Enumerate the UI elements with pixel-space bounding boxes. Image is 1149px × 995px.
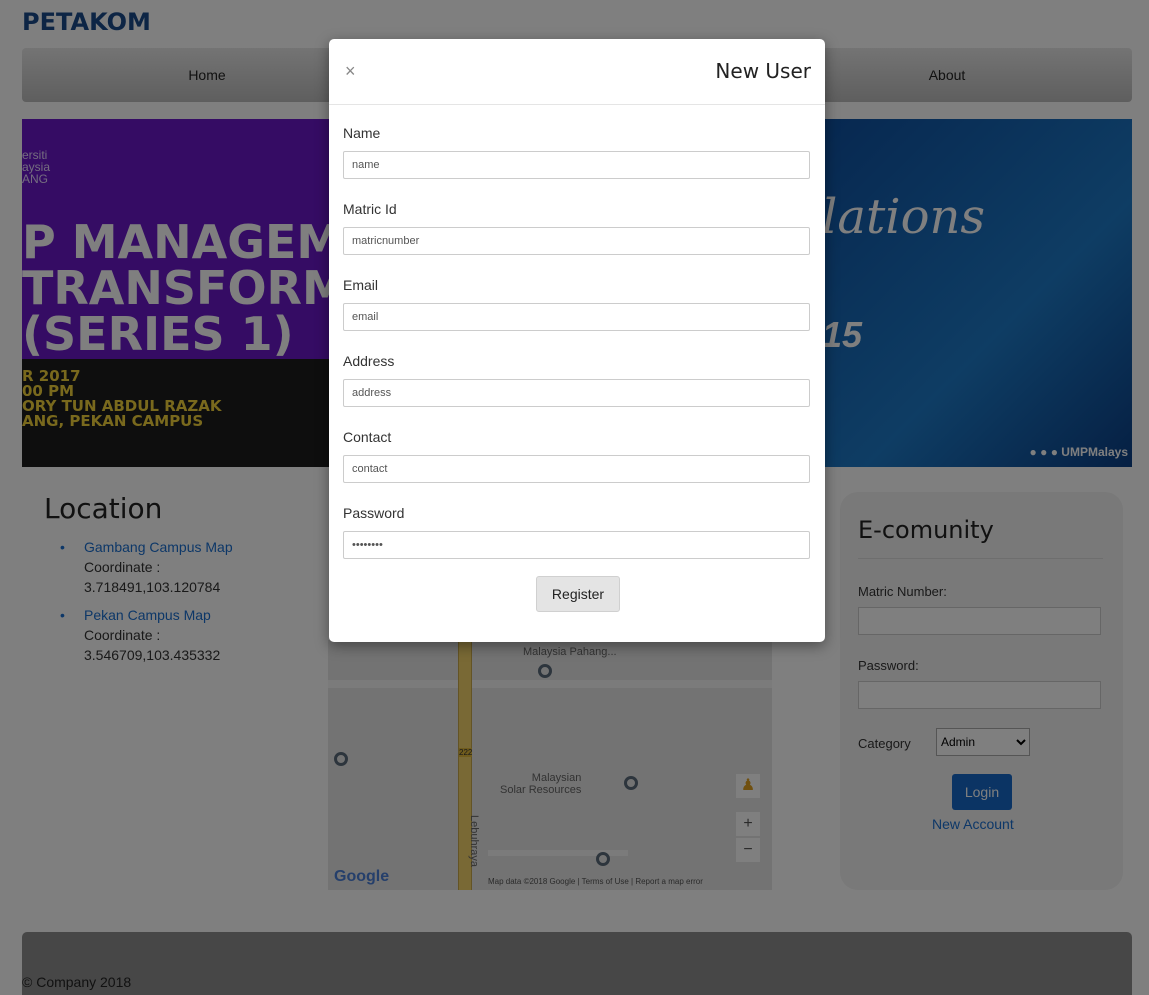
contact-label: Contact: [343, 429, 392, 445]
matric-id-input[interactable]: [343, 227, 810, 255]
name-label: Name: [343, 125, 381, 141]
matric-id-label: Matric Id: [343, 201, 397, 217]
email-input[interactable]: [343, 303, 810, 331]
modal-header: × New User: [329, 39, 825, 105]
register-button[interactable]: Register: [536, 576, 620, 612]
name-field: Name: [343, 123, 810, 179]
name-input[interactable]: [343, 151, 810, 179]
close-icon[interactable]: ×: [345, 61, 356, 82]
modal-title: New User: [715, 59, 811, 83]
contact-field: Contact: [343, 427, 810, 483]
address-label: Address: [343, 353, 395, 369]
password-input[interactable]: [343, 531, 810, 559]
contact-input[interactable]: [343, 455, 810, 483]
password-label: Password: [343, 505, 405, 521]
email-field: Email: [343, 275, 810, 331]
new-user-modal: × New User Name Matric Id Email Address …: [329, 39, 825, 642]
matric-id-field: Matric Id: [343, 199, 810, 255]
email-label: Email: [343, 277, 379, 293]
address-input[interactable]: [343, 379, 810, 407]
address-field: Address: [343, 351, 810, 407]
password-field: Password: [343, 503, 810, 559]
